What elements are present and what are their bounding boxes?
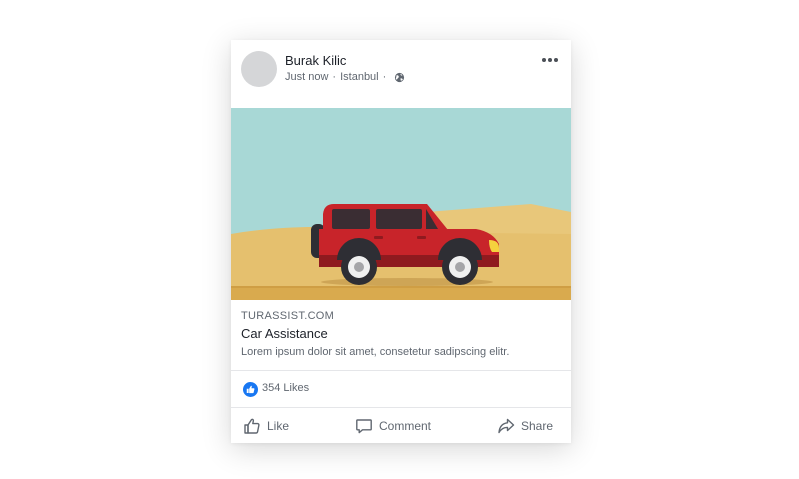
link-preview[interactable]: TURASSIST.COM Car Assistance Lorem ipsum…	[231, 300, 571, 371]
stage: Burak Kilic Just now · Istanbul · TURASS…	[0, 0, 799, 479]
door-handle	[417, 236, 426, 239]
car-illustration	[231, 108, 571, 300]
avatar[interactable]	[241, 51, 277, 87]
like-label: Like	[267, 418, 290, 433]
window-front	[376, 209, 422, 229]
meta-separator: ·	[332, 71, 337, 83]
road	[231, 286, 571, 300]
author-name[interactable]: Burak Kilic	[285, 53, 346, 68]
like-badge-icon	[243, 382, 258, 397]
post-card: Burak Kilic Just now · Istanbul · TURASS…	[231, 40, 571, 443]
share-icon	[498, 418, 515, 433]
comment-icon	[356, 418, 372, 433]
window-rear	[332, 209, 370, 229]
share-button[interactable]: Share	[497, 417, 553, 435]
post-header: Burak Kilic Just now · Istanbul ·	[231, 40, 571, 108]
link-domain: TURASSIST.COM	[241, 310, 335, 322]
likes-count[interactable]: 354 Likes	[262, 382, 309, 394]
thumbs-up-icon	[244, 418, 260, 434]
link-description: Lorem ipsum dolor sit amet, consetetur s…	[241, 346, 510, 358]
road-edge	[231, 286, 571, 288]
meta-separator: ·	[382, 71, 387, 83]
share-label: Share	[520, 418, 553, 433]
post-meta: Just now · Istanbul ·	[285, 71, 405, 83]
post-location[interactable]: Istanbul	[340, 71, 379, 83]
globe-icon[interactable]	[394, 72, 405, 83]
reactions-bar: 354 Likes	[231, 371, 571, 408]
door-handle	[374, 236, 383, 239]
link-title[interactable]: Car Assistance	[241, 326, 328, 341]
more-options-icon[interactable]	[541, 57, 559, 63]
like-button[interactable]: Like	[243, 417, 289, 435]
comment-label: Comment	[378, 418, 431, 433]
post-image[interactable]	[231, 108, 571, 300]
comment-button[interactable]: Comment	[355, 417, 431, 435]
post-time[interactable]: Just now	[285, 71, 328, 83]
action-bar: Like Comment Share	[231, 408, 571, 443]
